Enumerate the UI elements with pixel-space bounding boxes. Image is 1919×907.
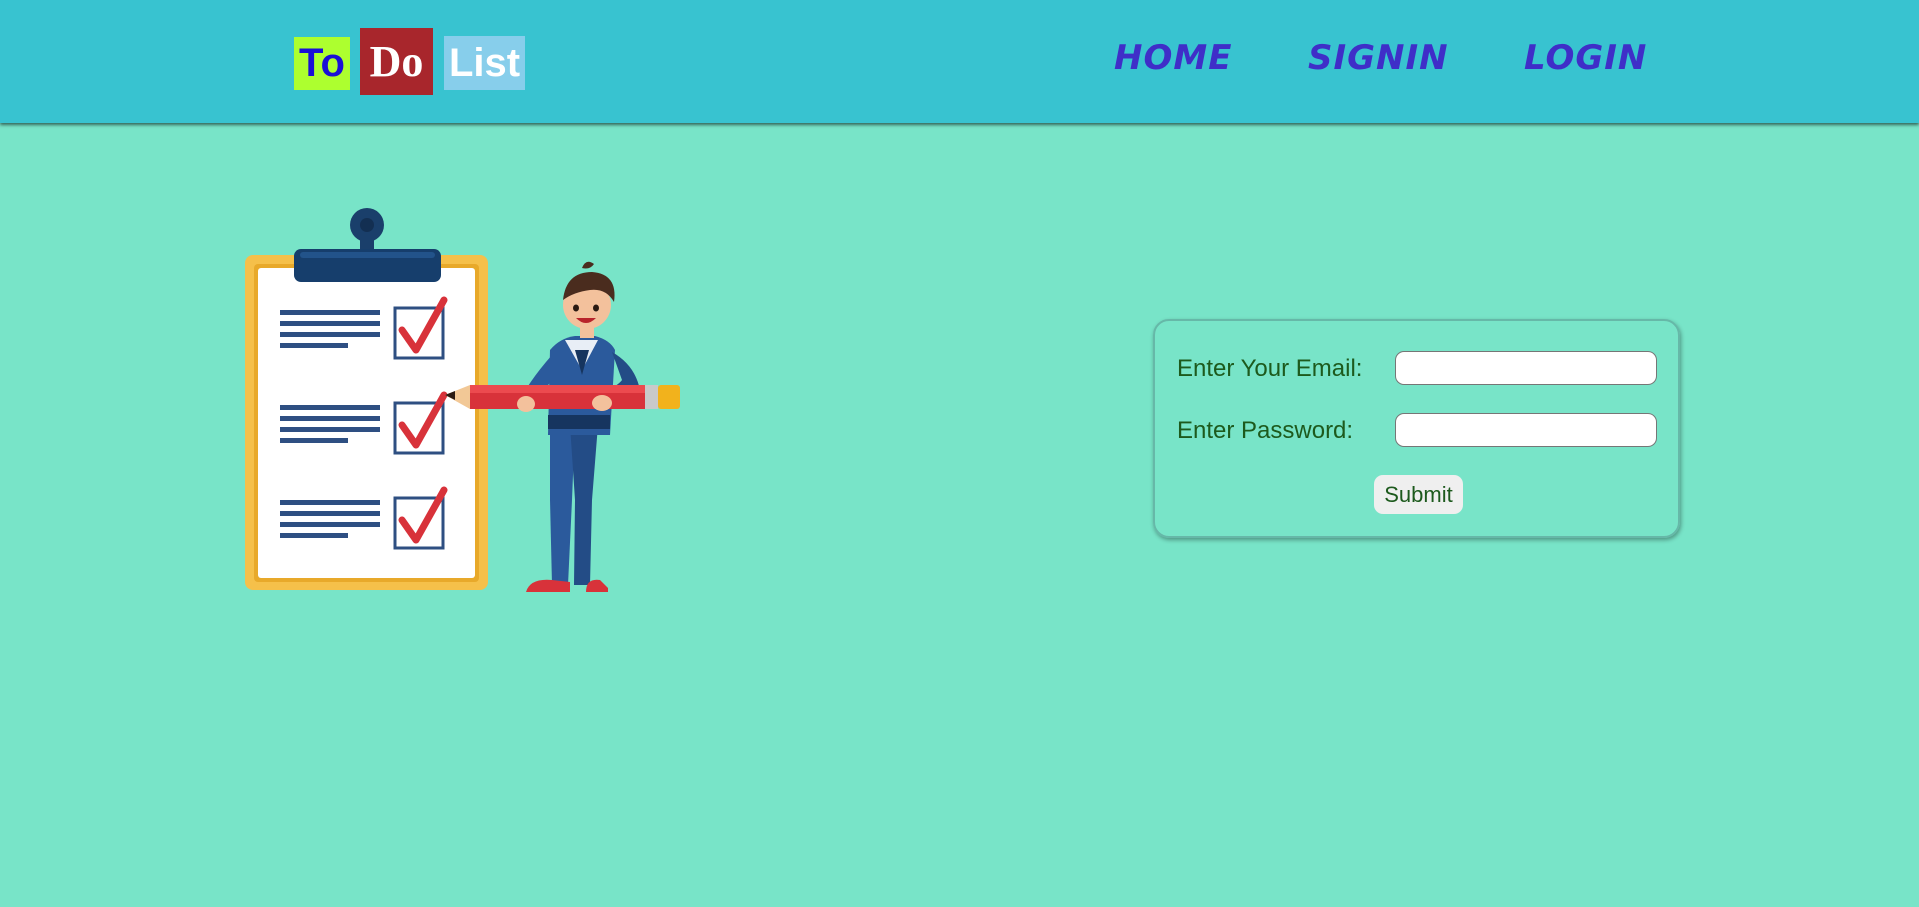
password-label: Enter Password: <box>1177 417 1354 444</box>
logo-list: List <box>444 36 525 90</box>
left-hand <box>517 396 535 412</box>
password-input[interactable] <box>1395 413 1657 447</box>
checklist-illustration <box>245 208 680 592</box>
pencil-icon <box>445 385 680 409</box>
logo-do: Do <box>360 28 433 95</box>
right-hand <box>592 395 612 411</box>
nav-home-link[interactable]: HOME <box>1114 36 1232 80</box>
header-bar: To Do List HOME SIGNIN LOGIN <box>0 0 1919 123</box>
businessman-figure <box>520 261 640 592</box>
login-form: Enter Your Email: Enter Password: Submit <box>1153 319 1680 538</box>
nav-signin-link[interactable]: SIGNIN <box>1308 36 1449 80</box>
logo-to: To <box>294 37 350 90</box>
nav-login-link[interactable]: LOGIN <box>1524 36 1647 80</box>
clipboard-icon <box>245 208 488 590</box>
email-label: Enter Your Email: <box>1177 355 1363 382</box>
email-input[interactable] <box>1395 351 1657 385</box>
submit-button[interactable]: Submit <box>1374 475 1463 514</box>
